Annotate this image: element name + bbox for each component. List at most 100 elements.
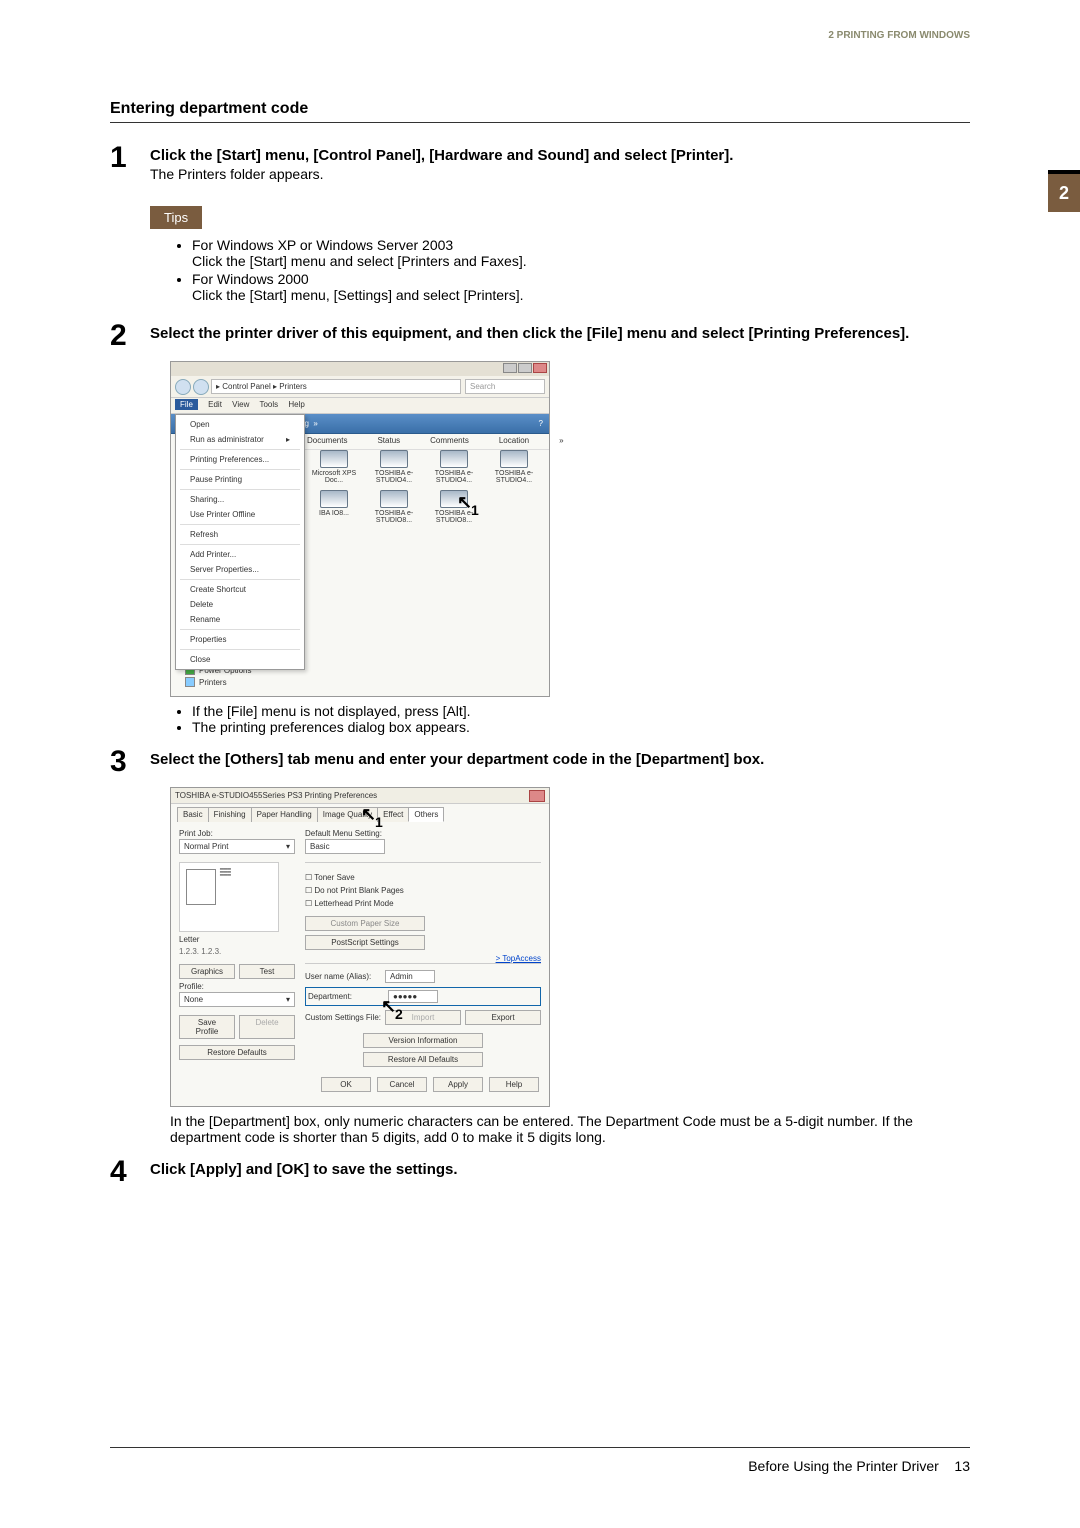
menu-tools[interactable]: Tools	[259, 400, 278, 409]
tab-basic[interactable]: Basic	[177, 807, 209, 822]
ok-button[interactable]: OK	[321, 1077, 371, 1092]
printer-item[interactable]: TOSHIBA e-STUDIO4...	[429, 450, 479, 484]
footer: Before Using the Printer Driver 13	[110, 1447, 970, 1474]
menu-item[interactable]: Sharing...	[176, 492, 304, 507]
default-menu-label: Default Menu Setting:	[305, 829, 541, 838]
toner-save-checkbox[interactable]: Toner Save	[305, 871, 541, 884]
restore-all-button[interactable]: Restore All Defaults	[363, 1052, 483, 1067]
tabs-row: Basic Finishing Paper Handling Image Qua…	[171, 804, 549, 822]
graphics-button[interactable]: Graphics	[179, 964, 235, 979]
tab-others[interactable]: Others	[408, 807, 444, 822]
letterhead-checkbox[interactable]: Letterhead Print Mode	[305, 897, 541, 910]
cancel-button[interactable]: Cancel	[377, 1077, 427, 1092]
printer-item[interactable]: Microsoft XPS Doc...	[309, 450, 359, 484]
paper-preview: ━━━━━━━━━	[179, 862, 279, 932]
apply-button[interactable]: Apply	[433, 1077, 483, 1092]
dialog-titlebar: TOSHIBA e-STUDIO455Series PS3 Printing P…	[171, 788, 549, 804]
menu-item[interactable]: Pause Printing	[176, 472, 304, 487]
minimize-icon[interactable]	[503, 363, 517, 373]
csf-label: Custom Settings File:	[305, 1013, 385, 1022]
ps-settings-button[interactable]: PostScript Settings	[305, 935, 425, 950]
printjob-dropdown[interactable]: Normal Print▾	[179, 839, 295, 854]
restore-defaults-button[interactable]: Restore Defaults	[179, 1045, 295, 1060]
blank-pages-checkbox[interactable]: Do not Print Blank Pages	[305, 884, 541, 897]
side-tab: 2	[1048, 170, 1080, 212]
save-profile-button[interactable]: Save Profile	[179, 1015, 235, 1039]
printer-item[interactable]: TOSHIBA e-STUDIO4...	[369, 450, 419, 484]
menu-item[interactable]: Create Shortcut	[176, 582, 304, 597]
folder-icon	[185, 677, 195, 687]
step-heading: Click the [Start] menu, [Control Panel],…	[150, 147, 970, 164]
menu-item[interactable]: Use Printer Offline	[176, 507, 304, 522]
printer-grid: Microsoft XPS Doc... TOSHIBA e-STUDIO4..…	[309, 450, 545, 530]
tab-finishing[interactable]: Finishing	[208, 807, 252, 822]
test-button[interactable]: Test	[239, 964, 295, 979]
note-text: In the [Department] box, only numeric ch…	[170, 1113, 970, 1145]
menu-file[interactable]: File	[175, 399, 198, 410]
printer-icon	[380, 490, 408, 508]
file-menu-dropdown: Open Run as administrator▸ Printing Pref…	[175, 414, 305, 670]
dialog-title: TOSHIBA e-STUDIO455Series PS3 Printing P…	[175, 791, 377, 800]
menu-help[interactable]: Help	[288, 400, 304, 409]
menu-item[interactable]: Delete	[176, 597, 304, 612]
step-heading: Click [Apply] and [OK] to save the setti…	[150, 1161, 970, 1178]
custom-paper-button[interactable]: Custom Paper Size	[305, 916, 425, 931]
tip-line: For Windows 2000	[192, 271, 309, 287]
search-input[interactable]: Search	[465, 379, 545, 394]
step-number: 4	[110, 1157, 150, 1187]
column-headers: Documents Status Comments Location »	[301, 434, 549, 450]
profile-dropdown[interactable]: None▾	[179, 992, 295, 1007]
step-heading: Select the [Others] tab menu and enter y…	[150, 751, 970, 768]
user-label: User name (Alias):	[305, 972, 385, 981]
footer-page: 13	[954, 1458, 970, 1474]
menu-item[interactable]: Close	[176, 652, 304, 667]
step-1: 1 Click the [Start] menu, [Control Panel…	[110, 143, 970, 182]
default-menu-dropdown[interactable]: Basic	[305, 839, 385, 854]
callout-cursor: 1	[471, 502, 479, 518]
step-number: 2	[110, 321, 150, 351]
menu-item[interactable]: Run as administrator▸	[176, 432, 304, 447]
step-3: 3 Select the [Others] tab menu and enter…	[110, 747, 970, 777]
tab-paper-handling[interactable]: Paper Handling	[251, 807, 318, 822]
footer-title: Before Using the Printer Driver	[748, 1458, 939, 1474]
user-field[interactable]: Admin	[385, 970, 435, 983]
profile-label: Profile:	[179, 982, 295, 991]
menu-item[interactable]: Properties	[176, 632, 304, 647]
menu-item[interactable]: Printing Preferences...	[176, 452, 304, 467]
topaccess-link[interactable]: > TopAccess	[496, 954, 541, 963]
menu-edit[interactable]: Edit	[208, 400, 222, 409]
menu-item[interactable]: Server Properties...	[176, 562, 304, 577]
printer-item[interactable]: IBA IO8...	[309, 490, 359, 524]
printjob-label: Print Job:	[179, 829, 295, 838]
page-order: 1.2.3. 1.2.3.	[179, 947, 295, 956]
menu-item[interactable]: Open	[176, 417, 304, 432]
export-button[interactable]: Export	[465, 1010, 541, 1025]
close-icon[interactable]	[533, 363, 547, 373]
tip-line: Click the [Start] menu and select [Print…	[192, 253, 527, 269]
printer-item[interactable]: TOSHIBA e-STUDIO8...	[369, 490, 419, 524]
sidebar-item[interactable]: Printers	[185, 676, 260, 688]
menu-item[interactable]: Refresh	[176, 527, 304, 542]
breadcrumb[interactable]: ▸ Control Panel ▸ Printers	[211, 379, 461, 394]
bullet-text: If the [File] menu is not displayed, pre…	[192, 703, 970, 719]
menu-item[interactable]: Add Printer...	[176, 547, 304, 562]
step-text: The Printers folder appears.	[150, 166, 970, 182]
menu-view[interactable]: View	[232, 400, 249, 409]
printer-icon	[440, 450, 468, 468]
help-button[interactable]: Help	[489, 1077, 539, 1092]
printer-icon	[320, 490, 348, 508]
menu-item[interactable]: Rename	[176, 612, 304, 627]
help-icon[interactable]: ?	[539, 419, 543, 428]
maximize-icon[interactable]	[518, 363, 532, 373]
bullet-text: The printing preferences dialog box appe…	[192, 719, 970, 735]
window-titlebar	[171, 362, 549, 376]
printer-item[interactable]: TOSHIBA e-STUDIO4...	[489, 450, 539, 484]
step-number: 1	[110, 143, 150, 182]
close-icon[interactable]	[529, 790, 545, 802]
tips-label: Tips	[150, 206, 202, 229]
tip-line: For Windows XP or Windows Server 2003	[192, 237, 453, 253]
version-button[interactable]: Version Information	[363, 1033, 483, 1048]
content-area: Entering department code 1 Click the [St…	[110, 100, 970, 1197]
forward-icon[interactable]	[193, 379, 209, 395]
back-icon[interactable]	[175, 379, 191, 395]
